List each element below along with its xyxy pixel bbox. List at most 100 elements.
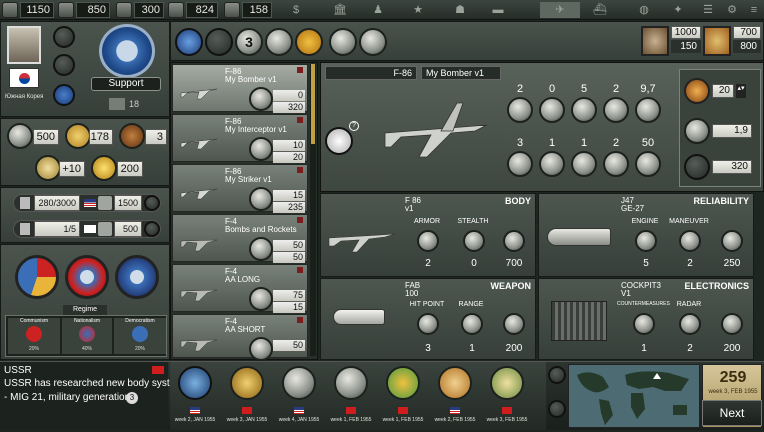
reliability-section[interactable]: J47 GE-27 RELIABILITY ENGINE MANEUVER 5 … <box>538 193 754 277</box>
ussr-flag-icon <box>152 366 164 374</box>
help-icon[interactable]: ? <box>349 121 359 131</box>
weapon-section[interactable]: FAB 100 WEAPON HIT POINT RANGE 3 1 200 <box>320 278 536 360</box>
aircraft-nav-icon[interactable]: ✈ <box>540 2 580 18</box>
tank-nav-icon[interactable]: ▬ <box>484 2 512 18</box>
item-name: My Striker v1 <box>225 175 272 184</box>
wrench-icon[interactable] <box>249 137 273 161</box>
jet-icon <box>180 289 218 302</box>
wrench-icon[interactable] <box>249 187 273 211</box>
rank-nav-icon[interactable]: ✦ <box>664 2 692 18</box>
timeline-event[interactable] <box>438 366 472 400</box>
regime-nationalism[interactable]: Nationalism 40% <box>62 318 112 354</box>
gear-icon[interactable] <box>144 195 160 211</box>
recycle-tool-icon[interactable] <box>359 28 387 56</box>
soldier-nav-icon[interactable]: ☗ <box>446 2 474 18</box>
production-row-1[interactable]: 280/3000 1500 <box>13 194 161 212</box>
people-nav-icon[interactable]: ♟ <box>364 2 392 18</box>
stepper-icon[interactable]: ▴▾ <box>736 84 746 98</box>
armor-label: ARMOR <box>413 218 441 225</box>
list-item[interactable]: F-4 Bombs and Rockets 50 50 <box>172 214 308 263</box>
globe-emblem-icon[interactable] <box>53 54 75 76</box>
wrench-icon[interactable] <box>249 287 273 311</box>
treasury-value-2: 150 <box>671 40 701 53</box>
ssp-icon <box>65 123 91 149</box>
regime-options: Communism 20% Nationalism 40% Democratis… <box>5 315 167 357</box>
cost-icon <box>635 97 661 123</box>
map-toggle-icon[interactable] <box>548 366 566 384</box>
maneuver-icon <box>679 230 701 252</box>
usa-flag-icon <box>190 407 200 414</box>
globe-nav-icon[interactable]: ◍ <box>630 2 658 18</box>
regime-democratism-pct: 20% <box>134 346 145 352</box>
jet-icon <box>180 188 218 200</box>
support-emblem[interactable] <box>99 24 155 78</box>
news-panel[interactable]: USSR USSR has researched new body system… <box>0 362 184 430</box>
list-item[interactable]: F-4 AA LONG 75 15 <box>172 264 308 313</box>
item-value-1: 50 <box>273 340 305 351</box>
wrench-icon[interactable] <box>249 337 273 361</box>
stat-value: 1 <box>548 137 556 149</box>
ussr-flag-icon <box>502 407 512 414</box>
regime-democratism[interactable]: Democratism 20% <box>114 318 166 354</box>
timeline-event[interactable] <box>178 366 212 400</box>
map-icon[interactable] <box>53 26 75 48</box>
timeline-date: week 2, FEB 1955 <box>434 417 476 423</box>
map-zoom-icon[interactable] <box>548 400 566 418</box>
list-item[interactable]: F-86 My Interceptor v1 10 20 <box>172 114 308 163</box>
star-icon <box>91 155 117 181</box>
list-item[interactable]: F-4 AA SHORT 50 <box>172 314 308 361</box>
wrench-icon[interactable] <box>249 87 273 111</box>
list-scrollbar[interactable] <box>310 64 316 356</box>
wrench-icon[interactable] <box>249 237 273 261</box>
wrench-tool-icon[interactable] <box>265 28 293 56</box>
list-item[interactable]: F-86 My Bomber v1 0 320 <box>172 64 308 113</box>
government-nav-icon[interactable]: 🏛 <box>326 2 354 18</box>
list-item[interactable]: F-86 My Striker v1 15 235 <box>172 164 308 213</box>
pilot-icon[interactable] <box>325 127 353 155</box>
regime-communism[interactable]: Communism 20% <box>8 318 60 354</box>
missile-icon <box>571 97 597 123</box>
gear-icon[interactable] <box>144 221 160 237</box>
list-tool-icon[interactable] <box>295 28 323 56</box>
timeline-event[interactable] <box>490 366 524 400</box>
timeline-event[interactable] <box>230 366 264 400</box>
next-turn-button[interactable]: Next <box>702 400 762 426</box>
jet-tool-icon[interactable] <box>205 28 233 56</box>
production-count-1: 1500 <box>114 195 142 211</box>
design-model[interactable]: F-86 <box>325 66 417 80</box>
side-stats: 20 ▴▾ 1,9 320 <box>679 69 761 187</box>
ussr-flag-icon <box>398 407 408 414</box>
body-section[interactable]: F 86 v1 BODY ARMOR STEALTH 2 0 700 <box>320 193 536 277</box>
military-rank-nav-icon[interactable]: ★ <box>404 2 432 18</box>
usa-flag-icon <box>294 407 304 414</box>
flag-pin-icon[interactable] <box>53 84 75 106</box>
production-row-2[interactable]: 1/5 500 <box>13 220 161 238</box>
globe-tool-icon[interactable] <box>175 28 203 56</box>
dollar-nav-icon[interactable]: $ <box>282 2 310 18</box>
ship-nav-icon[interactable]: ⛴ <box>586 2 614 18</box>
design-name[interactable]: My Bomber v1 <box>421 66 501 80</box>
timeline-event[interactable] <box>386 366 420 400</box>
electronics-section[interactable]: COCKPIT3 V1 ELECTRONICS COUNTERMEASURES … <box>538 278 754 360</box>
parliament-icon <box>109 98 125 110</box>
diplomacy-emblem-icon[interactable] <box>115 255 159 299</box>
generation-badge[interactable]: 3 <box>235 28 263 56</box>
production-value-2: 1/5 <box>34 221 80 237</box>
timeline-event[interactable] <box>282 366 316 400</box>
item-name: My Bomber v1 <box>225 75 277 84</box>
news-line-1: USSR has researched new body system <box>4 378 184 389</box>
leader-portrait[interactable] <box>7 26 41 64</box>
item-value-1: 15 <box>273 190 305 201</box>
world-minimap[interactable] <box>568 364 700 428</box>
eagle-tool-icon[interactable] <box>329 28 357 56</box>
regime-pie-icon[interactable] <box>15 255 59 299</box>
factory-small-icon <box>98 222 112 236</box>
design-toolbar: 3 1000 150 700 800 <box>170 21 764 61</box>
menu-nav-icon[interactable]: ≡ <box>740 2 764 18</box>
status-badge <box>297 167 303 173</box>
weapon-cost: 200 <box>505 343 523 354</box>
regime-emblem-icon[interactable] <box>65 255 109 299</box>
factory-value: 850 <box>76 2 110 18</box>
support-label[interactable]: Support <box>91 77 161 91</box>
timeline-event[interactable] <box>334 366 368 400</box>
